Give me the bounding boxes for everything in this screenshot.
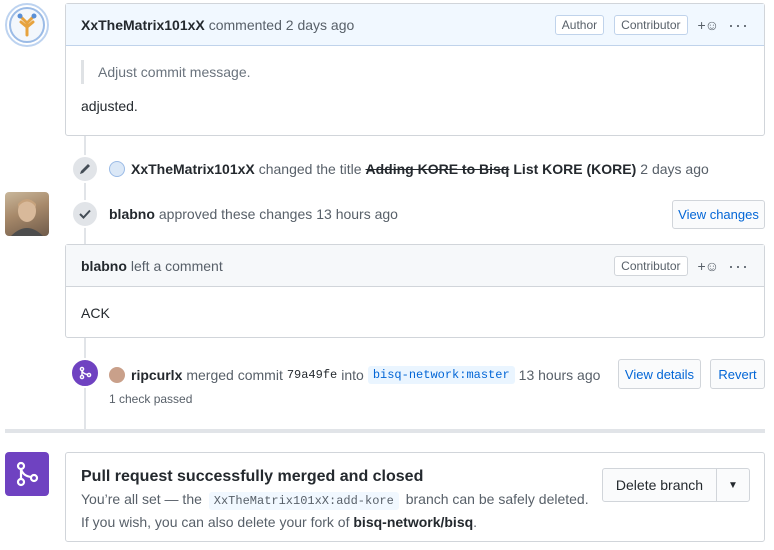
author-badge: Author	[554, 14, 605, 35]
into-text: into	[341, 367, 364, 383]
comment-author[interactable]: blabno	[81, 258, 127, 274]
more-options-icon[interactable]: ···	[728, 16, 749, 34]
fork-delete-text: .	[473, 514, 478, 530]
view-changes-button[interactable]: View changes	[672, 200, 765, 229]
timeline-separator	[5, 429, 765, 433]
event-actor[interactable]: blabno	[109, 206, 155, 222]
chevron-down-icon[interactable]: ▼	[717, 469, 749, 501]
comment-meta: left a comment	[130, 257, 223, 274]
contributor-badge: Contributor	[614, 14, 688, 35]
comment-body: adjusted.	[81, 98, 138, 114]
event-action: merged commit	[186, 367, 283, 383]
user-photo-icon	[11, 199, 43, 236]
comment-box: blabno left a comment Contributor +☺ ···…	[65, 244, 765, 338]
event-action: approved these changes	[158, 206, 313, 222]
blockquote: Adjust commit message.	[81, 60, 749, 84]
comment-header: blabno left a comment Contributor +☺ ···	[66, 245, 764, 287]
mini-avatar[interactable]	[109, 161, 125, 177]
view-details-button[interactable]: View details	[618, 359, 701, 389]
event-actor[interactable]: XxTheMatrix101xX	[131, 161, 255, 177]
check-icon	[71, 200, 99, 228]
merge-icon	[70, 358, 100, 388]
more-options-icon[interactable]: ···	[728, 257, 749, 275]
checks-status[interactable]: 1 check passed	[109, 392, 192, 406]
approve-event: blabno approved these changes 13 hours a…	[109, 206, 398, 222]
delete-branch-button-group: Delete branch ▼	[602, 468, 750, 502]
mini-avatar[interactable]	[109, 367, 125, 383]
rename-event: XxTheMatrix101xX changed the title Addin…	[109, 161, 709, 177]
merge-status-text: You’re all set — the	[81, 491, 202, 507]
event-time[interactable]: 13 hours ago	[316, 206, 398, 222]
comment-box: XxTheMatrix101xX commented 2 days ago Au…	[65, 3, 765, 136]
fork-repo-link[interactable]: bisq-network/bisq	[353, 514, 473, 530]
merge-event: ripcurlx merged commit 79a49fe into bisq…	[109, 366, 600, 384]
commit-sha[interactable]: 79a49fe	[287, 368, 337, 382]
comment-header: XxTheMatrix101xX commented 2 days ago Au…	[66, 4, 764, 46]
pencil-icon	[71, 155, 99, 183]
new-title: List KORE (KORE)	[513, 161, 637, 177]
base-branch[interactable]: bisq-network:master	[367, 366, 515, 384]
event-time[interactable]: 2 days ago	[640, 161, 709, 177]
head-branch[interactable]: XxTheMatrix101xX:add-kore	[208, 492, 399, 510]
user-avatar-icon	[9, 7, 45, 43]
contributor-badge: Contributor	[614, 255, 688, 276]
add-reaction-icon[interactable]: +☺	[698, 258, 720, 274]
comment-meta[interactable]: commented 2 days ago	[209, 17, 355, 33]
avatar[interactable]	[5, 192, 49, 236]
fork-delete-text: If you wish, you can also delete your fo…	[81, 514, 350, 530]
add-reaction-icon[interactable]: +☺	[698, 17, 720, 33]
event-time[interactable]: 13 hours ago	[519, 367, 601, 383]
delete-branch-button[interactable]: Delete branch	[603, 469, 717, 501]
revert-button[interactable]: Revert	[710, 359, 765, 389]
old-title: Adding KORE to Bisq	[365, 161, 510, 177]
comment-body: ACK	[81, 305, 110, 321]
merge-status-text: branch can be safely deleted.	[405, 491, 589, 507]
merge-status-title: Pull request successfully merged and clo…	[81, 468, 424, 485]
fork-delete-line: If you wish, you can also delete your fo…	[81, 514, 477, 530]
merge-status-box: Pull request successfully merged and clo…	[65, 452, 765, 542]
merged-status-icon	[5, 452, 49, 496]
event-action: changed the title	[258, 161, 362, 177]
avatar[interactable]	[5, 3, 49, 47]
merge-status-line: You’re all set — the XxTheMatrix101xX:ad…	[81, 491, 589, 510]
comment-author[interactable]: XxTheMatrix101xX	[81, 17, 205, 33]
event-actor[interactable]: ripcurlx	[131, 367, 182, 383]
